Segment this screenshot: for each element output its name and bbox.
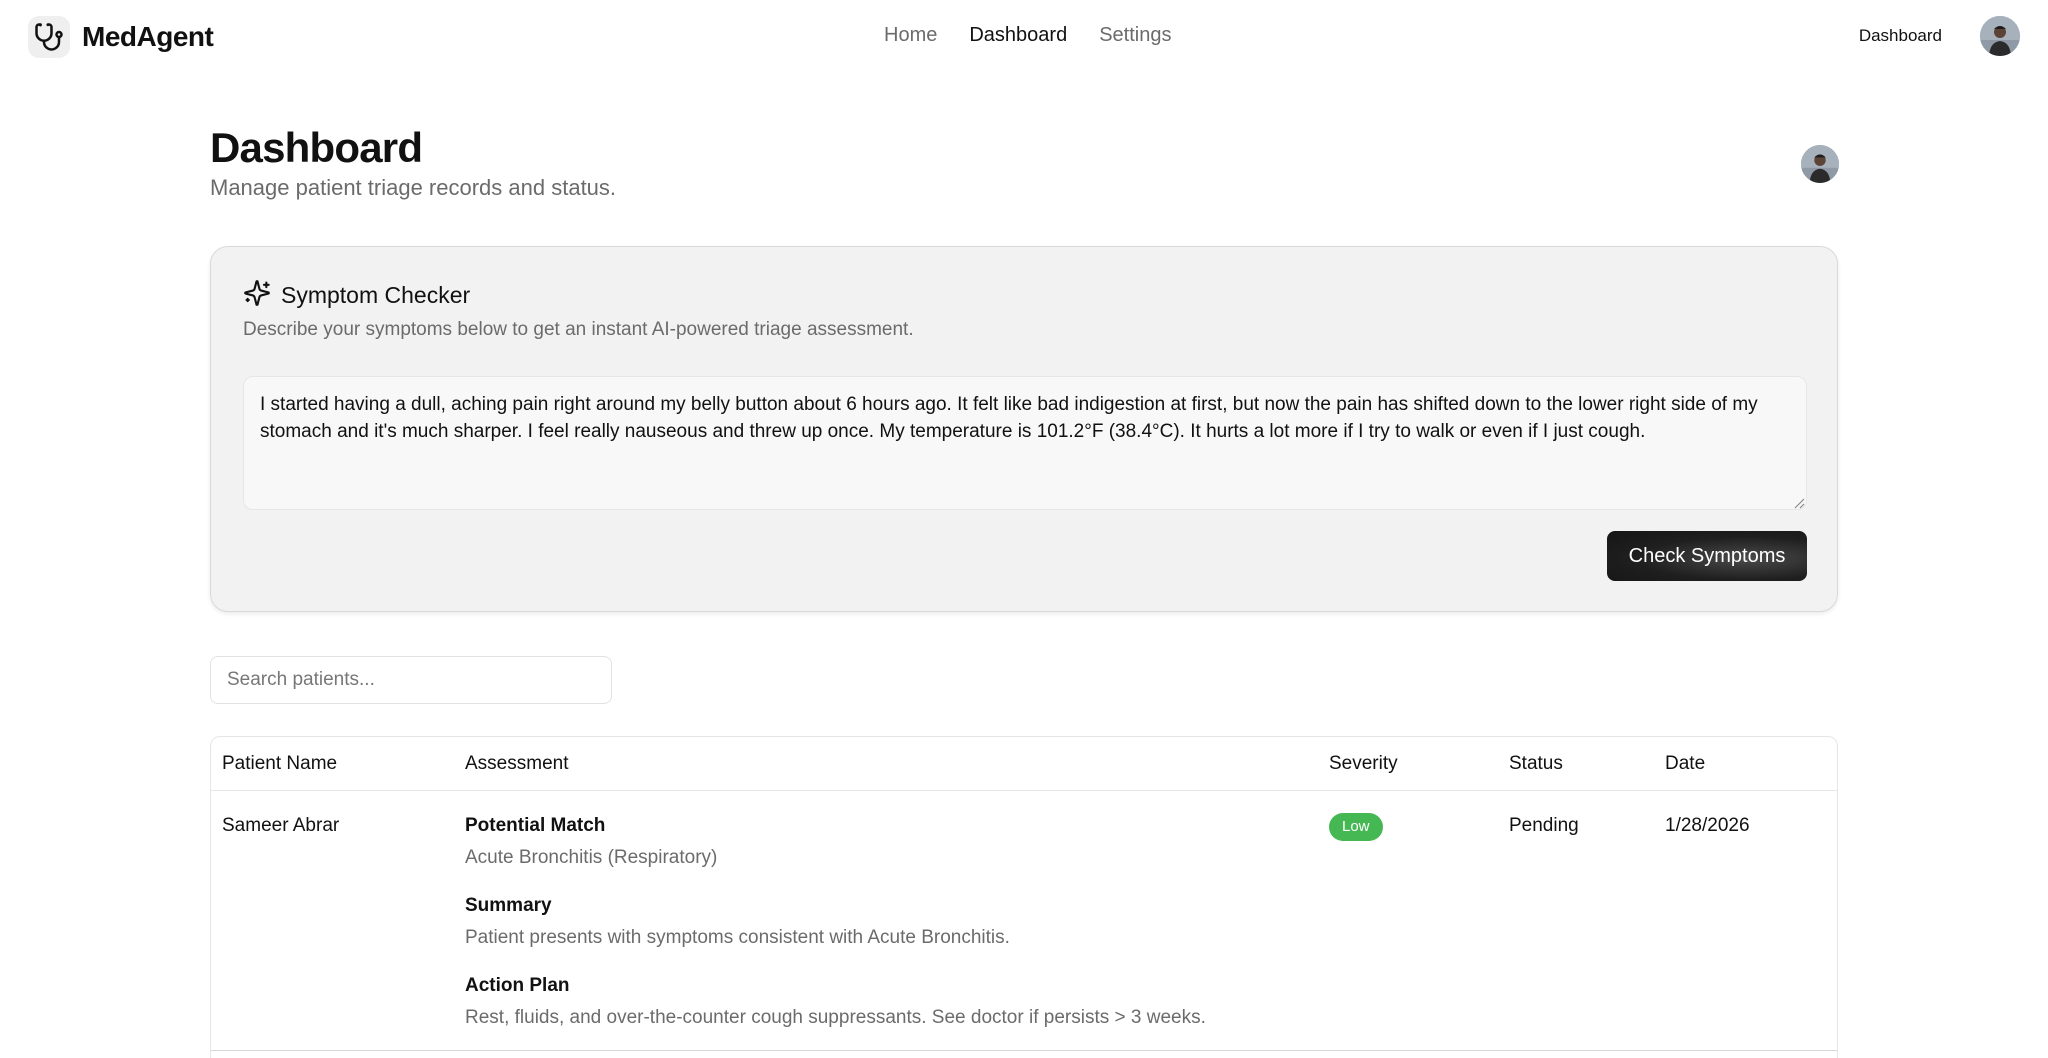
- nav-home[interactable]: Home: [884, 24, 937, 47]
- main-nav: Home Dashboard Settings: [884, 24, 1171, 47]
- column-header-severity[interactable]: Severity: [1329, 753, 1398, 775]
- page-avatar[interactable]: [1801, 145, 1839, 183]
- table-row[interactable]: Sameer Abrar Potential Match Acute Bronc…: [211, 791, 1837, 1051]
- symptom-checker-header: Symptom Checker: [243, 279, 470, 312]
- page-title: Dashboard: [210, 124, 423, 171]
- severity-badge: Low: [1329, 813, 1383, 841]
- action-plan-label: Action Plan: [465, 975, 570, 996]
- column-header-assessment[interactable]: Assessment: [465, 753, 568, 775]
- status-value: Pending: [1509, 815, 1579, 836]
- action-plan-value: Rest, fluids, and over-the-counter cough…: [465, 1007, 1206, 1028]
- header-dashboard-link[interactable]: Dashboard: [1859, 26, 1942, 46]
- column-header-patient-name[interactable]: Patient Name: [222, 753, 337, 775]
- potential-match-label: Potential Match: [465, 815, 606, 836]
- patient-name: Sameer Abrar: [222, 815, 340, 836]
- check-symptoms-button[interactable]: Check Symptoms: [1607, 531, 1807, 581]
- column-header-date[interactable]: Date: [1665, 753, 1705, 775]
- stethoscope-icon: [28, 16, 70, 58]
- potential-match-value: Acute Bronchitis (Respiratory): [465, 847, 718, 868]
- user-avatar[interactable]: [1980, 16, 2020, 56]
- sparkles-icon: [243, 279, 271, 312]
- summary-value: Patient presents with symptoms consisten…: [465, 927, 1010, 948]
- search-patients-input[interactable]: [210, 656, 612, 704]
- symptom-checker-title: Symptom Checker: [281, 282, 471, 308]
- top-navbar: MedAgent Home Dashboard Settings Dashboa…: [0, 0, 2048, 74]
- table-header: Patient Name Assessment Severity Status …: [211, 737, 1837, 791]
- symptom-checker-card: Symptom Checker Describe your symptoms b…: [210, 246, 1838, 612]
- symptom-checker-description: Describe your symptoms below to get an i…: [243, 319, 914, 340]
- brand[interactable]: MedAgent: [28, 16, 214, 58]
- patients-table: Patient Name Assessment Severity Status …: [210, 736, 1838, 1058]
- summary-label: Summary: [465, 895, 552, 916]
- page-subtitle: Manage patient triage records and status…: [210, 175, 617, 200]
- nav-settings[interactable]: Settings: [1099, 24, 1171, 47]
- header-right: Dashboard: [1859, 16, 2020, 56]
- date-value: 1/28/2026: [1665, 815, 1750, 836]
- nav-dashboard[interactable]: Dashboard: [969, 24, 1067, 47]
- symptom-input[interactable]: [243, 376, 1807, 510]
- column-header-status[interactable]: Status: [1509, 753, 1563, 775]
- brand-name: MedAgent: [82, 21, 214, 52]
- resize-handle-icon[interactable]: [1793, 496, 1805, 509]
